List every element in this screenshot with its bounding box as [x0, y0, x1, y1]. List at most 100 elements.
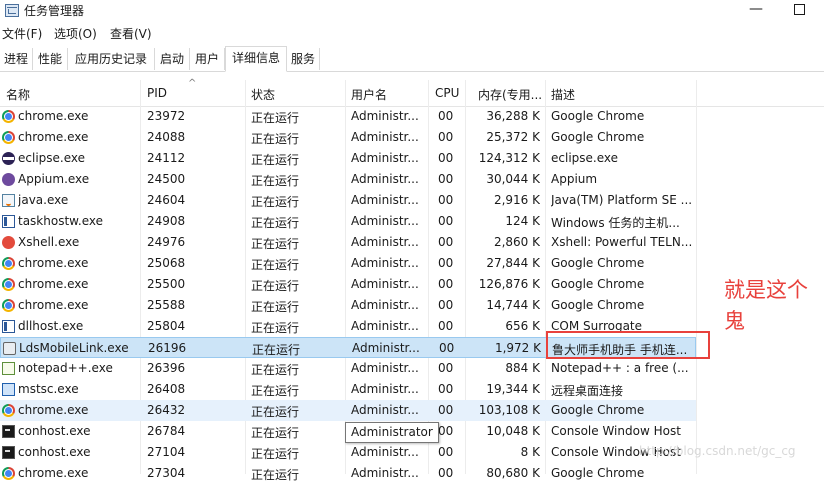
column-state[interactable]: 状态	[251, 86, 275, 103]
process-state: 正在运行	[251, 258, 300, 272]
annotation-note: 就是这个鬼	[724, 278, 808, 333]
minimize-button[interactable]: —	[748, 2, 764, 18]
process-pid: 24604	[147, 193, 186, 207]
table-row[interactable]: notepad++.exe 26396 正在运行 Administr... 00 884 …	[0, 358, 696, 379]
window-title: 任务管理器	[24, 4, 85, 18]
process-memory: 36,288 K	[486, 109, 540, 123]
process-memory: 884 K	[505, 361, 540, 375]
process-state: 正在运行	[251, 216, 300, 230]
process-name: LdsMobileLink.exe	[19, 341, 129, 355]
process-state: 正在运行	[251, 195, 300, 209]
process-state: 正在运行	[251, 426, 300, 440]
tab-app-history[interactable]: 应用历史记录	[68, 48, 155, 70]
table-row[interactable]: chrome.exe 23972 正在运行 Administr... 00 36,288 …	[0, 106, 696, 127]
column-cpu[interactable]: CPU	[435, 86, 459, 100]
process-name: conhost.exe	[18, 445, 91, 459]
process-user: Administr...	[351, 361, 419, 375]
process-pid: 26396	[147, 361, 186, 375]
process-name: chrome.exe	[18, 109, 89, 123]
process-memory: 19,344 K	[486, 382, 540, 396]
table-row[interactable]: Appium.exe 24500 正在运行 Administr... 00 30,044 …	[0, 169, 696, 190]
table-row[interactable]: Xshell.exe 24976 正在运行 Administr... 00 2,860 K…	[0, 232, 696, 253]
table-row[interactable]: eclipse.exe 24112 正在运行 Administr... 00 124,31…	[0, 148, 696, 169]
process-description: Xshell: Powerful TELN...	[551, 235, 693, 249]
process-name: chrome.exe	[18, 277, 89, 291]
process-description: Google Chrome	[551, 298, 645, 312]
process-state: 正在运行	[251, 153, 300, 167]
tab-details[interactable]: 详细信息	[225, 46, 287, 72]
process-description: Google Chrome	[551, 130, 645, 144]
process-cpu: 00	[438, 424, 454, 438]
table-row[interactable]: chrome.exe 24088 正在运行 Administr... 00 25,372 …	[0, 127, 696, 148]
process-cpu: 00	[438, 382, 454, 396]
title-bar: 任务管理器 —	[0, 0, 824, 22]
process-user: Administr...	[351, 193, 419, 207]
column-name[interactable]: 名称	[6, 86, 30, 103]
process-state: 正在运行	[251, 111, 300, 125]
process-cpu: 00	[438, 403, 454, 417]
process-cpu: 00	[438, 361, 454, 375]
process-name: conhost.exe	[18, 424, 91, 438]
chrome-icon	[2, 404, 15, 417]
table-row[interactable]: chrome.exe 25068 正在运行 Administr... 00 27,844 …	[0, 253, 696, 274]
table-row[interactable]: chrome.exe 25500 正在运行 Administr... 00 126,876…	[0, 274, 696, 295]
process-memory: 103,108 K	[478, 403, 540, 417]
process-pid: 25804	[147, 319, 186, 333]
process-cpu: 00	[438, 193, 454, 207]
column-description[interactable]: 描述	[551, 86, 575, 103]
appium-icon	[2, 173, 15, 186]
chrome-icon	[2, 299, 15, 312]
maximize-button[interactable]	[792, 2, 806, 16]
column-pid[interactable]: PID	[147, 86, 167, 100]
process-description: Windows 任务的主机...	[551, 216, 680, 230]
process-description: Google Chrome	[551, 277, 645, 291]
process-user: Administr...	[351, 214, 419, 228]
process-description: 远程桌面连接	[551, 384, 624, 398]
process-name: taskhostw.exe	[18, 214, 103, 228]
process-cpu: 00	[438, 319, 454, 333]
table-row[interactable]: java.exe 24604 正在运行 Administr... 00 2,916 K Ja…	[0, 190, 696, 211]
process-state: 正在运行	[251, 363, 300, 377]
menu-options[interactable]: 选项(O)	[54, 25, 97, 42]
process-user: Administr...	[351, 277, 419, 291]
process-cpu: 00	[438, 445, 454, 459]
process-pid: 23972	[147, 109, 186, 123]
table-row[interactable]: chrome.exe 25588 正在运行 Administr... 00 14,744 …	[0, 295, 696, 316]
process-name: chrome.exe	[18, 130, 89, 144]
table-row[interactable]: conhost.exe 27104 正在运行 Administr... 00 8 K Con…	[0, 442, 696, 463]
column-user[interactable]: 用户名	[351, 86, 387, 103]
process-memory: 10,048 K	[486, 424, 540, 438]
tab-users[interactable]: 用户	[190, 48, 225, 70]
table-row[interactable]: taskhostw.exe 24908 正在运行 Administr... 00 124 …	[0, 211, 696, 232]
process-description: eclipse.exe	[551, 151, 619, 165]
process-pid: 24908	[147, 214, 186, 228]
process-pid: 24500	[147, 172, 186, 186]
chrome-icon	[2, 131, 15, 144]
table-row[interactable]: chrome.exe 26432 正在运行 Administr... 00 103,108…	[0, 400, 696, 421]
process-name: java.exe	[18, 193, 69, 207]
process-user: Administr...	[351, 130, 419, 144]
process-cpu: 00	[438, 151, 454, 165]
process-pid: 24112	[147, 151, 186, 165]
process-memory: 126,876 K	[478, 277, 540, 291]
tab-processes[interactable]: 进程	[0, 48, 33, 70]
process-name: notepad++.exe	[18, 361, 113, 375]
column-divider[interactable]	[696, 80, 697, 474]
menu-view[interactable]: 查看(V)	[110, 25, 152, 42]
process-pid: 24976	[147, 235, 186, 249]
menu-file[interactable]: 文件(F)	[2, 25, 42, 42]
table-row[interactable]: mstsc.exe 26408 正在运行 Administr... 00 19,344 K…	[0, 379, 696, 400]
process-user: Administr...	[351, 256, 419, 270]
process-cpu: 00	[438, 298, 454, 312]
process-cpu: 00	[438, 277, 454, 291]
process-description: Google Chrome	[551, 109, 645, 123]
process-pid: 25500	[147, 277, 186, 291]
process-cpu: 00	[438, 256, 454, 270]
process-name: Xshell.exe	[18, 235, 80, 249]
tab-performance[interactable]: 性能	[33, 48, 68, 70]
column-memory[interactable]: 内存(专用...	[478, 86, 542, 103]
mstsc-icon	[2, 383, 15, 396]
tab-startup[interactable]: 启动	[155, 48, 190, 70]
tab-services[interactable]: 服务	[287, 48, 320, 70]
chrome-icon	[2, 278, 15, 291]
